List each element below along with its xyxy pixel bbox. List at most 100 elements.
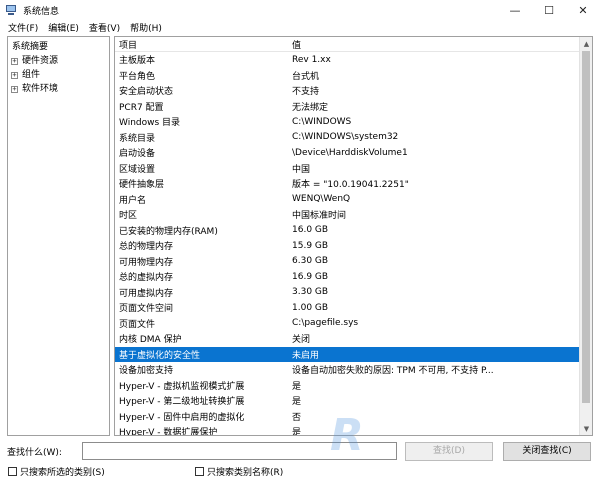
find-label: 查找什么(W):: [7, 448, 62, 458]
search-selected-category-checkbox[interactable]: [8, 467, 17, 476]
menu-bar: 文件(F) 编辑(E) 查看(V) 帮助(H): [0, 20, 600, 35]
column-header-value[interactable]: 值: [290, 38, 490, 51]
find-input[interactable]: [82, 442, 397, 460]
search-category-names-option[interactable]: 只搜索类别名称(R): [195, 465, 283, 478]
row-value-cell: 版本 = "10.0.19041.2251": [292, 180, 409, 191]
tree-item-hardware-resources[interactable]: + 硬件资源: [8, 54, 109, 68]
search-selected-category-option[interactable]: 只搜索所选的类别(S): [8, 465, 105, 478]
row-value-cell: 是: [292, 397, 302, 408]
search-options: 只搜索所选的类别(S) 只搜索类别名称(R): [0, 465, 600, 479]
row-value-cell: 15.9 GB: [292, 240, 329, 251]
row-item-cell: 时区: [119, 211, 138, 222]
table-row[interactable]: Windows 目录 C:\WINDOWS: [115, 114, 579, 130]
row-value-cell: C:\WINDOWS\system32: [292, 132, 399, 143]
table-row[interactable]: 安全启动状态 不支持: [115, 83, 579, 99]
scroll-up-icon[interactable]: ▲: [580, 37, 592, 50]
table-row[interactable]: Hyper-V - 数据扩展保护 是: [115, 424, 579, 436]
row-value-cell: 关闭: [292, 335, 311, 346]
row-item-cell: Hyper-V - 虚拟机监视模式扩展: [119, 381, 245, 392]
table-row[interactable]: 区域设置 中国: [115, 161, 579, 177]
find-bar: 查找什么(W): 查找(D) 关闭查找(C): [0, 440, 600, 462]
vertical-scrollbar[interactable]: ▲ ▼: [579, 37, 592, 435]
table-row[interactable]: 总的虚拟内存 16.9 GB: [115, 269, 579, 285]
table-header: 项目 值: [115, 37, 592, 52]
row-item-cell: 平台角色: [119, 71, 156, 82]
row-value-cell: 16.0 GB: [292, 225, 329, 236]
table-row[interactable]: 页面文件空间 1.00 GB: [115, 300, 579, 316]
row-value-cell: 不支持: [292, 87, 320, 98]
expand-icon[interactable]: +: [11, 57, 18, 65]
table-row[interactable]: 设备加密支持 设备自动加密失败的原因: TPM 不可用, 不支持 P...: [115, 362, 579, 378]
table-body: 主板版本 Rev 1.xx 平台角色 台式机 安全启动状态 不支持 PCR7 配置 无法绑定 W…: [115, 52, 579, 436]
row-value-cell: 是: [292, 428, 302, 436]
tree-item-software-environment[interactable]: + 软件环境: [8, 82, 109, 96]
table-row[interactable]: 系统目录 C:\WINDOWS\system32: [115, 130, 579, 146]
table-row[interactable]: 已安装的物理内存(RAM) 16.0 GB: [115, 223, 579, 239]
menu-view[interactable]: 查看(V): [89, 21, 120, 34]
scroll-thumb[interactable]: [582, 51, 590, 403]
table-row[interactable]: Hyper-V - 虚拟机监视模式扩展 是: [115, 378, 579, 394]
table-row[interactable]: Hyper-V - 固件中启用的虚拟化 否: [115, 409, 579, 425]
row-item-cell: 可用物理内存: [119, 257, 174, 268]
row-item-cell: Hyper-V - 第二级地址转换扩展: [119, 397, 245, 408]
menu-file[interactable]: 文件(F): [8, 21, 38, 34]
search-category-names-label: 只搜索类别名称(R): [207, 468, 284, 478]
tree-item-system-summary[interactable]: 系统摘要: [8, 37, 109, 54]
title-bar: 系统信息 — ☐ ✕: [0, 0, 600, 20]
row-item-cell: 已安装的物理内存(RAM): [119, 226, 218, 237]
row-item-cell: 区域设置: [119, 164, 156, 175]
table-row[interactable]: 内核 DMA 保护 关闭: [115, 331, 579, 347]
details-table: 项目 值 主板版本 Rev 1.xx 平台角色 台式机安全启动状态 不支持 PCR7 配置…: [114, 36, 593, 436]
tree-item-label: 硬件资源: [22, 56, 59, 66]
row-item-cell: 页面文件: [119, 319, 156, 330]
table-row[interactable]: 硬件抽象层 版本 = "10.0.19041.2251": [115, 176, 579, 192]
table-row[interactable]: 页面文件 C:\pagefile.sys: [115, 316, 579, 332]
row-value-cell: 中国标准时间: [292, 211, 347, 222]
search-selected-category-label: 只搜索所选的类别(S): [20, 468, 105, 478]
table-row[interactable]: 总的物理内存 15.9 GB: [115, 238, 579, 254]
row-value-cell: C:\pagefile.sys: [292, 318, 359, 329]
row-item-cell: 设备加密支持: [119, 366, 174, 377]
table-row[interactable]: 平台角色 台式机: [115, 68, 579, 84]
row-item-cell: 系统目录: [119, 133, 156, 144]
row-item-cell: 安全启动状态: [119, 87, 174, 98]
menu-edit[interactable]: 编辑(E): [48, 21, 79, 34]
table-row[interactable]: 可用物理内存 6.30 GB: [115, 254, 579, 270]
row-item-cell: 可用虚拟内存: [119, 288, 174, 299]
row-item-cell: 启动设备: [119, 149, 156, 160]
row-item-cell: 基于虚拟化的安全性: [119, 350, 201, 361]
table-row[interactable]: 基于虚拟化的安全性 未启用: [115, 346, 579, 362]
tree-item-components[interactable]: + 组件: [8, 68, 109, 82]
row-value-cell: 未启用: [292, 350, 320, 361]
table-row[interactable]: 启动设备 \Device\HarddiskVolume1: [115, 145, 579, 161]
table-row[interactable]: 用户名 WENQ\WenQ: [115, 192, 579, 208]
table-row[interactable]: 主板版本 Rev 1.xx: [115, 52, 579, 68]
row-item-cell: 页面文件空间: [119, 304, 174, 315]
scroll-down-icon[interactable]: ▼: [580, 422, 592, 435]
tree-item-label: 软件环境: [22, 84, 59, 94]
expand-icon[interactable]: +: [11, 85, 18, 93]
maximize-button[interactable]: ☐: [532, 0, 566, 20]
close-find-button[interactable]: 关闭查找(C): [503, 442, 591, 461]
row-value-cell: Rev 1.xx: [292, 54, 331, 65]
menu-help[interactable]: 帮助(H): [130, 21, 162, 34]
window-title: 系统信息: [23, 6, 60, 17]
search-category-names-checkbox[interactable]: [195, 467, 204, 476]
table-row[interactable]: PCR7 配置 无法绑定: [115, 99, 579, 115]
row-item-cell: 总的物理内存: [119, 242, 174, 253]
minimize-button[interactable]: —: [498, 0, 532, 20]
table-row[interactable]: 时区 中国标准时间: [115, 207, 579, 223]
table-row[interactable]: 可用虚拟内存 3.30 GB: [115, 285, 579, 301]
expand-icon[interactable]: +: [11, 71, 18, 79]
row-value-cell: 设备自动加密失败的原因: TPM 不可用, 不支持 P...: [292, 366, 494, 377]
tree-item-label: 组件: [22, 70, 41, 80]
row-value-cell: \Device\HarddiskVolume1: [292, 147, 408, 158]
table-row[interactable]: Hyper-V - 第二级地址转换扩展 是: [115, 393, 579, 409]
row-item-cell: Hyper-V - 固件中启用的虚拟化: [119, 412, 245, 423]
column-header-item[interactable]: 项目: [115, 38, 290, 51]
close-button[interactable]: ✕: [566, 0, 600, 20]
row-value-cell: 6.30 GB: [292, 256, 329, 267]
row-item-cell: Hyper-V - 数据扩展保护: [119, 428, 218, 436]
row-item-cell: Windows 目录: [119, 118, 181, 129]
find-button[interactable]: 查找(D): [405, 442, 493, 461]
